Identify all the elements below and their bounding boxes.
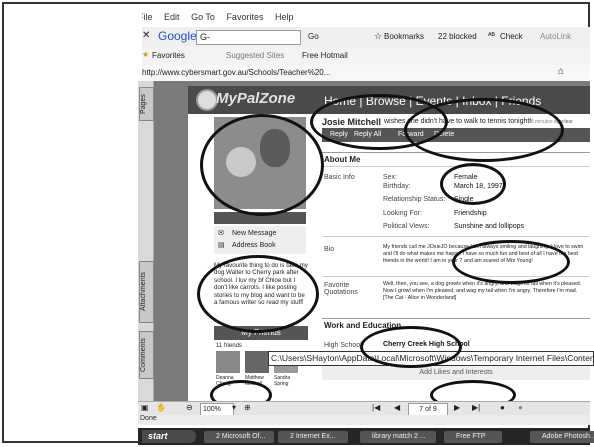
annotation-circle xyxy=(452,240,570,284)
close-icon[interactable]: ✕ xyxy=(142,30,150,41)
pages-tab[interactable]: Pages xyxy=(139,87,154,121)
divider xyxy=(322,318,590,319)
comments-tab[interactable]: Comments xyxy=(139,331,154,379)
autolink-button[interactable]: AutoLink xyxy=(540,32,571,41)
hand-tool-icon[interactable]: ✋ xyxy=(156,403,166,412)
annotation-circle xyxy=(440,163,506,205)
annotation-circle xyxy=(200,114,324,216)
attachments-tab[interactable]: Attachments xyxy=(139,261,154,323)
pdf-sidebar: Pages Attachments Comments xyxy=(138,81,154,401)
annotation-circle xyxy=(360,326,462,368)
go-button[interactable]: Go xyxy=(308,32,319,41)
favorites-bar: ★ Favorites Suggested Sites Free Hotmail xyxy=(138,47,590,66)
taskbar-item[interactable]: Free FTP xyxy=(444,431,502,443)
browser-status-bar: Done xyxy=(138,415,590,425)
search-toolbar: ✕ Google G- Go ☆ Bookmarks 22 blocked ᴬᴮ… xyxy=(138,27,590,48)
zoom-dropdown-icon[interactable]: ▾ xyxy=(232,403,236,412)
page-thumbnail-icon[interactable]: ▣ xyxy=(141,403,149,412)
friend-avatar[interactable] xyxy=(245,351,269,373)
home-icon[interactable]: ⌂ xyxy=(558,66,564,77)
zoom-out-icon[interactable]: ⊖ xyxy=(186,403,193,412)
field-label: Political Views: xyxy=(383,223,430,230)
check-button[interactable]: Check xyxy=(500,32,523,41)
field-value: Sunshine and lollipops xyxy=(454,223,525,230)
bookmarks-button[interactable]: Bookmarks xyxy=(384,32,424,41)
menu-goto[interactable]: Go To xyxy=(191,12,215,22)
taskbar-item[interactable]: 2 Internet Ex... xyxy=(278,431,348,443)
friend-avatar[interactable] xyxy=(216,351,240,373)
last-page-icon[interactable]: ▶| xyxy=(472,403,480,412)
menu-help[interactable]: Help xyxy=(275,12,294,22)
divider xyxy=(322,236,590,237)
status-clear-link[interactable]: clear xyxy=(562,119,573,125)
favorites-button[interactable]: Favorites xyxy=(152,51,185,60)
field-label: Looking For: xyxy=(383,210,422,217)
add-likes-button[interactable]: Add Likes and Interests xyxy=(322,366,590,380)
bio-label: Bio xyxy=(324,246,335,253)
first-page-icon[interactable]: |◀ xyxy=(372,403,380,412)
friends-count[interactable]: 11 friends xyxy=(216,343,242,349)
annotation-circle xyxy=(404,98,564,162)
prev-page-icon[interactable]: ◀ xyxy=(394,403,400,412)
popup-blocked-button[interactable]: 22 blocked xyxy=(438,32,477,41)
star-icon[interactable]: ☆ xyxy=(374,31,382,42)
menu-edit[interactable]: Edit xyxy=(164,12,180,22)
pdf-toolbar: ▣ ✋ ⊖ 100% ▾ ⊕ |◀ ◀ 7 of 9 ▶ ▶| ● ● xyxy=(138,401,590,416)
quotes-text: Well, then, you see, a dog growls when i… xyxy=(383,281,582,301)
mail-icon: ✉ xyxy=(218,230,224,237)
free-hotmail-link[interactable]: Free Hotmail xyxy=(302,51,348,60)
status-text: Done xyxy=(140,415,157,422)
google-search-input[interactable]: G- xyxy=(196,30,301,45)
field-label: Birthday: xyxy=(383,183,411,190)
friend-name[interactable]: Sandra Spring xyxy=(274,375,302,387)
menu-favorites[interactable]: Favorites xyxy=(226,12,263,22)
basic-info-label: Basic Info xyxy=(324,174,355,181)
tab-bar: http://www.cybersmart.gov.au/Schools/Tea… xyxy=(138,65,590,82)
spellcheck-icon[interactable]: ᴬᴮ xyxy=(488,31,495,40)
start-button[interactable]: start xyxy=(142,430,196,443)
suggested-sites-link[interactable]: Suggested Sites xyxy=(226,51,284,60)
forward-view-icon[interactable]: ● xyxy=(518,403,523,412)
about-me-heading: About Me xyxy=(324,155,361,164)
address-book-link[interactable]: Address Book xyxy=(232,242,276,249)
mail-links: ✉ New Message ▤ Address Book xyxy=(214,226,306,254)
taskbar-item[interactable]: 2 Microsoft Of... xyxy=(204,431,274,443)
windows-taskbar: start 2 Microsoft Of... 2 Internet Ex...… xyxy=(138,428,594,445)
quotes-label: Favorite Quotations xyxy=(324,282,358,296)
high-school-label: High School xyxy=(324,342,362,349)
back-view-icon[interactable]: ● xyxy=(500,403,505,412)
field-label: Sex: xyxy=(383,174,398,181)
favorites-star-icon: ★ xyxy=(142,50,150,59)
page-url-tab[interactable]: http://www.cybersmart.gov.au/Schools/Tea… xyxy=(142,68,330,77)
next-page-icon[interactable]: ▶ xyxy=(454,403,460,412)
google-brand: Google xyxy=(158,29,197,43)
field-value: Friendship xyxy=(454,210,487,217)
new-message-link[interactable]: New Message xyxy=(232,230,276,237)
annotation-circle xyxy=(197,255,319,333)
site-logo-text: MyPalZone xyxy=(216,90,296,107)
taskbar-item[interactable]: Adobe Photosh... xyxy=(530,431,594,443)
address-book-icon: ▤ xyxy=(218,242,225,249)
field-label: Relationship Status: xyxy=(383,196,446,203)
menu-bar: File Edit Go To Favorites Help xyxy=(138,12,590,28)
taskbar-item[interactable]: library match 2 ... xyxy=(360,431,436,443)
zoom-in-icon[interactable]: ⊕ xyxy=(244,403,251,412)
mypalzone-logo-icon xyxy=(196,89,218,111)
